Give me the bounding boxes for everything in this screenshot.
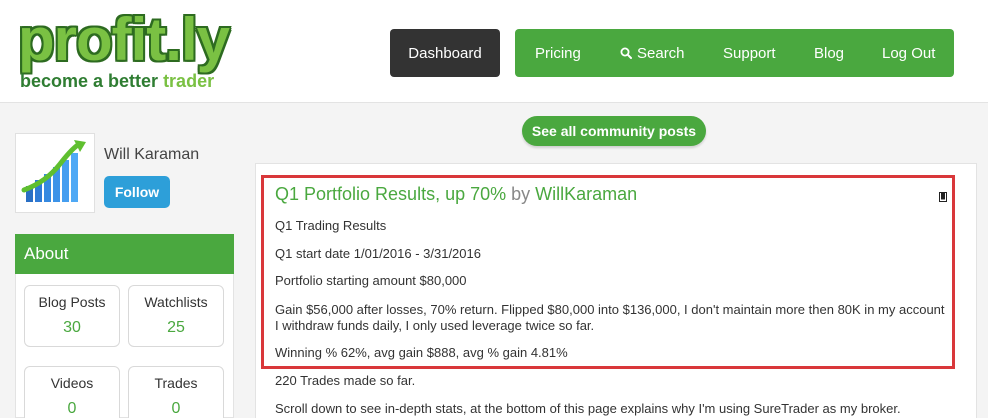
post-paragraph: Gain $56,000 after losses, 70% return. F… bbox=[275, 302, 945, 333]
nav-pricing[interactable]: Pricing bbox=[535, 29, 581, 77]
profile-name: Will Karaman bbox=[104, 146, 200, 163]
post-paragraph: 220 Trades made so far. bbox=[275, 373, 416, 388]
stat-value: 0 bbox=[171, 400, 181, 417]
nav-blog[interactable]: Blog bbox=[814, 29, 844, 77]
post-paragraph: Q1 start date 1/01/2016 - 3/31/2016 bbox=[275, 246, 481, 261]
post-author-link[interactable]: WillKaraman bbox=[535, 184, 637, 204]
follow-button[interactable]: Follow bbox=[104, 176, 170, 208]
stat-label: Videos bbox=[50, 375, 94, 391]
post-paragraph: Winning % 62%, avg gain $888, avg % gain… bbox=[275, 345, 568, 360]
post-paragraph: Portfolio starting amount $80,000 bbox=[275, 273, 467, 288]
see-community-posts-button[interactable]: See all community posts bbox=[522, 116, 706, 146]
logo-wordmark: profit.ly bbox=[18, 6, 230, 73]
header-divider bbox=[0, 102, 988, 103]
tagline-text: become a better bbox=[20, 71, 164, 91]
stat-label: Blog Posts bbox=[38, 294, 106, 310]
stat-label: Trades bbox=[154, 375, 198, 391]
post-title: Q1 Portfolio Results, up 70% by WillKara… bbox=[275, 184, 637, 205]
bookmark-icon[interactable] bbox=[939, 189, 947, 202]
stat-watchlists[interactable]: Watchlists 25 bbox=[128, 285, 224, 347]
stat-trades[interactable]: Trades 0 bbox=[128, 366, 224, 418]
stat-value: 25 bbox=[167, 319, 185, 336]
profitly-logo[interactable]: profit.ly become a better trader bbox=[18, 4, 230, 96]
nav-search[interactable]: Search bbox=[620, 29, 685, 77]
dashboard-button[interactable]: Dashboard bbox=[390, 29, 500, 77]
nav-search-label: Search bbox=[637, 44, 685, 62]
avatar[interactable] bbox=[15, 133, 95, 213]
search-icon bbox=[620, 47, 632, 59]
site-header: profit.ly become a better trader Dashboa… bbox=[0, 0, 988, 102]
stat-label: Watchlists bbox=[144, 294, 208, 310]
stat-videos[interactable]: Videos 0 bbox=[24, 366, 120, 418]
rising-chart-icon bbox=[21, 140, 86, 202]
post-by: by bbox=[511, 184, 531, 204]
post-title-link[interactable]: Q1 Portfolio Results, up 70% bbox=[275, 184, 506, 204]
stat-blog-posts[interactable]: Blog Posts 30 bbox=[24, 285, 120, 347]
post-paragraph: Scroll down to see in-depth stats, at th… bbox=[275, 401, 901, 416]
post-paragraph: Q1 Trading Results bbox=[275, 218, 387, 233]
stat-value: 0 bbox=[67, 400, 77, 417]
nav-support[interactable]: Support bbox=[723, 29, 776, 77]
stat-value: 30 bbox=[63, 319, 81, 336]
tagline-accent: trader bbox=[163, 71, 215, 91]
main-nav: Pricing Search Support Blog Log Out bbox=[515, 29, 954, 77]
nav-logout[interactable]: Log Out bbox=[882, 29, 935, 77]
about-heading: About bbox=[15, 234, 234, 274]
logo-tagline: become a better trader bbox=[20, 71, 214, 92]
